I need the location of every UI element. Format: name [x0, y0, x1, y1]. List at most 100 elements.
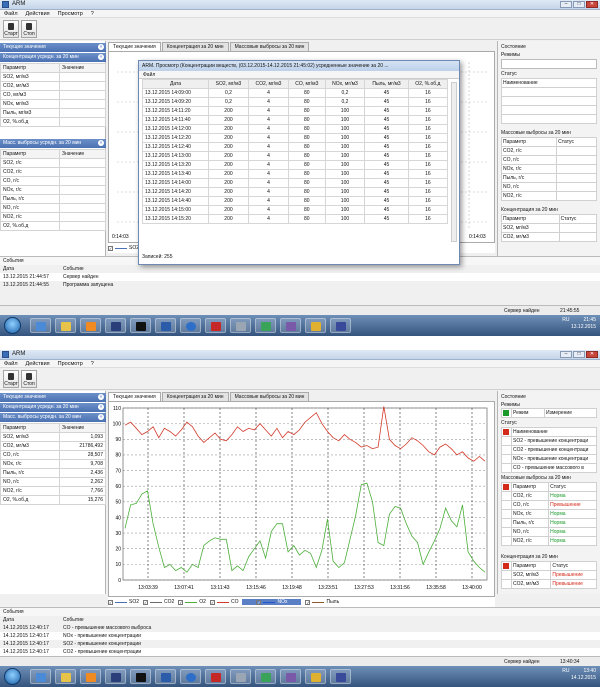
current-values-header[interactable]: Текущие значения»: [0, 43, 106, 52]
taskbar-app-cmd[interactable]: [130, 318, 151, 333]
dialog-scrollbar[interactable]: [451, 82, 457, 242]
checkbox[interactable]: ✓: [108, 245, 113, 251]
legend-item[interactable]: ✓ CO2: [143, 599, 174, 605]
taskbar-app-explorer[interactable]: [30, 318, 51, 333]
legend-checkbox[interactable]: ✓: [178, 599, 184, 605]
taskbar-app-arm[interactable]: [330, 318, 351, 333]
table-row[interactable]: 14.12.2015 12:40:17 NOx - превышение конц…: [0, 632, 600, 640]
taskbar-app-network[interactable]: [255, 318, 276, 333]
menu-help[interactable]: ?: [91, 360, 94, 367]
taskbar-app-folder[interactable]: [55, 318, 76, 333]
tab-conc-20[interactable]: Концентрация за 20 мин: [161, 392, 229, 401]
system-tray[interactable]: RU 21:45 13.12.2015: [562, 317, 596, 331]
mass-20-header[interactable]: Масс. выбросы усредн. за 20 мин»: [0, 413, 106, 422]
legend-checkbox[interactable]: ✓: [143, 599, 149, 605]
taskbar-app-media[interactable]: [80, 669, 101, 684]
taskbar-app-cmd[interactable]: [130, 669, 151, 684]
taskbar-app-explorer[interactable]: [30, 669, 51, 684]
taskbar-app-save[interactable]: [105, 318, 126, 333]
table-row[interactable]: 13.12.2015 14:11:40 200 4 80 100 45 16: [141, 115, 449, 125]
legend-item[interactable]: ✓ O2: [178, 599, 206, 605]
window-titlebar[interactable]: ARM – □ ✕: [0, 0, 600, 10]
table-row[interactable]: 14.12.2015 12:40:17 CO - превышение массо…: [0, 624, 600, 632]
taskbar-app-printer[interactable]: [230, 669, 251, 684]
table-row[interactable]: 13.12.2015 14:13:00 200 4 80 100 45 16: [141, 151, 449, 161]
tab-mass-20[interactable]: Массовые выбросы за 20 мин: [229, 42, 310, 51]
conc-20-header[interactable]: Концентрация усредн. за 20 мин «: [0, 403, 106, 412]
legend-item[interactable]: ✓ NOx: [242, 599, 302, 605]
menu-view[interactable]: Просмотр: [58, 10, 83, 17]
table-row[interactable]: 14.12.2015 12:40:17 SO2 - превышение конц…: [0, 640, 600, 648]
dialog-menu-file[interactable]: Файл: [139, 71, 459, 79]
taskbar-app-media[interactable]: [80, 318, 101, 333]
column-header[interactable]: CO2, мг/м3: [247, 79, 290, 89]
menu-actions[interactable]: Действия: [26, 10, 50, 17]
table-row[interactable]: 13.12.2015 14:09:00 0,2 4 80 0,2 45 16: [141, 88, 449, 98]
table-row[interactable]: 13.12.2015 14:09:20 0,2 4 80 0,2 45 16: [141, 97, 449, 107]
tab-conc-20[interactable]: Концентрация за 20 мин: [161, 42, 229, 51]
table-row[interactable]: 13.12.2015 14:11:20 200 4 80 100 45 16: [141, 106, 449, 116]
close-button[interactable]: ✕: [586, 1, 598, 8]
legend-item[interactable]: ✓ Пыль: [305, 599, 339, 605]
stop-button[interactable]: Стоп: [21, 370, 37, 388]
menu-file[interactable]: Файл: [4, 10, 18, 17]
maximize-button[interactable]: □: [573, 351, 585, 358]
column-header[interactable]: O2, %.об.д: [407, 79, 449, 89]
taskbar-app-help[interactable]: [180, 669, 201, 684]
mass-20-header[interactable]: Масс. выбросы усредн. за 20 мин «: [0, 139, 106, 148]
start-orb-icon[interactable]: [4, 317, 21, 334]
column-header[interactable]: NOx, мг/м3: [324, 79, 366, 89]
minimize-button[interactable]: –: [560, 1, 572, 8]
table-row[interactable]: 13.12.2015 14:15:20 200 4 80 100 45 16: [141, 214, 449, 224]
taskbar-app-help[interactable]: [180, 318, 201, 333]
maximize-button[interactable]: □: [573, 1, 585, 8]
stop-button[interactable]: Стоп: [21, 20, 37, 38]
conc-20-header[interactable]: Концентрация усредн. за 20 мин «: [0, 53, 106, 62]
taskbar-app-printer[interactable]: [230, 318, 251, 333]
window-titlebar[interactable]: ARM – □ ✕: [0, 350, 600, 360]
menu-help[interactable]: ?: [91, 10, 94, 17]
start-button[interactable]: Старт: [3, 370, 19, 388]
taskbar-app-tools[interactable]: [280, 318, 301, 333]
taskbar-app-pdf[interactable]: [205, 669, 226, 684]
legend-checkbox[interactable]: ✓: [209, 599, 215, 605]
minimize-button[interactable]: –: [560, 351, 572, 358]
taskbar-app-paint[interactable]: [305, 669, 326, 684]
system-tray[interactable]: RU 13:40 14.12.2015: [562, 668, 596, 682]
table-row[interactable]: 13.12.2015 14:12:40 200 4 80 100 45 16: [141, 142, 449, 152]
current-values-header[interactable]: Текущие значения «: [0, 393, 106, 402]
table-row[interactable]: 13.12.2015 14:12:00 200 4 80 100 45 16: [141, 124, 449, 134]
table-row[interactable]: 13.12.2015 14:12:20 200 4 80 100 45 16: [141, 133, 449, 143]
dialog-title[interactable]: ARM. Просмотр (Концентрации веществ, (03…: [139, 61, 459, 71]
column-header[interactable]: CO, мг/м3: [288, 79, 326, 89]
tab-current[interactable]: Текущие значения: [108, 42, 161, 51]
taskbar-app-word[interactable]: [155, 669, 176, 684]
legend-item[interactable]: ✓ CO: [209, 599, 238, 605]
legend-checkbox[interactable]: ✓: [305, 599, 311, 605]
close-button[interactable]: ✕: [586, 351, 598, 358]
taskbar-app-arm[interactable]: [330, 669, 351, 684]
table-row[interactable]: 13.12.2015 14:15:00 200 4 80 100 45 16: [141, 205, 449, 215]
column-header[interactable]: Дата: [141, 79, 210, 89]
taskbar-app-save[interactable]: [105, 669, 126, 684]
start-button[interactable]: Старт: [3, 20, 19, 38]
taskbar-app-folder[interactable]: [55, 669, 76, 684]
taskbar-app-pdf[interactable]: [205, 318, 226, 333]
tab-mass-20[interactable]: Массовые выбросы за 20 мин: [229, 392, 310, 401]
menu-file[interactable]: Файл: [4, 360, 18, 367]
menu-view[interactable]: Просмотр: [58, 360, 83, 367]
table-row[interactable]: 13.12.2015 14:13:40 200 4 80 100 45 16: [141, 169, 449, 179]
legend-item[interactable]: ✓ SO2: [108, 245, 139, 251]
table-row[interactable]: 13.12.2015 14:14:00 200 4 80 100 45 16: [141, 178, 449, 188]
table-row[interactable]: 13.12.2015 14:13:20 200 4 80 100 45 16: [141, 160, 449, 170]
tab-current[interactable]: Текущие значения: [108, 392, 161, 401]
taskbar-app-network[interactable]: [255, 669, 276, 684]
taskbar-app-tools[interactable]: [280, 669, 301, 684]
legend-checkbox[interactable]: ✓: [108, 599, 113, 605]
taskbar-app-word[interactable]: [155, 318, 176, 333]
table-row[interactable]: 13.12.2015 14:14:20 200 4 80 100 45 16: [141, 187, 449, 197]
column-header[interactable]: Пыль, мг/м3: [364, 79, 409, 89]
taskbar-app-paint[interactable]: [305, 318, 326, 333]
menu-actions[interactable]: Действия: [26, 360, 50, 367]
start-orb-icon[interactable]: [4, 668, 21, 685]
